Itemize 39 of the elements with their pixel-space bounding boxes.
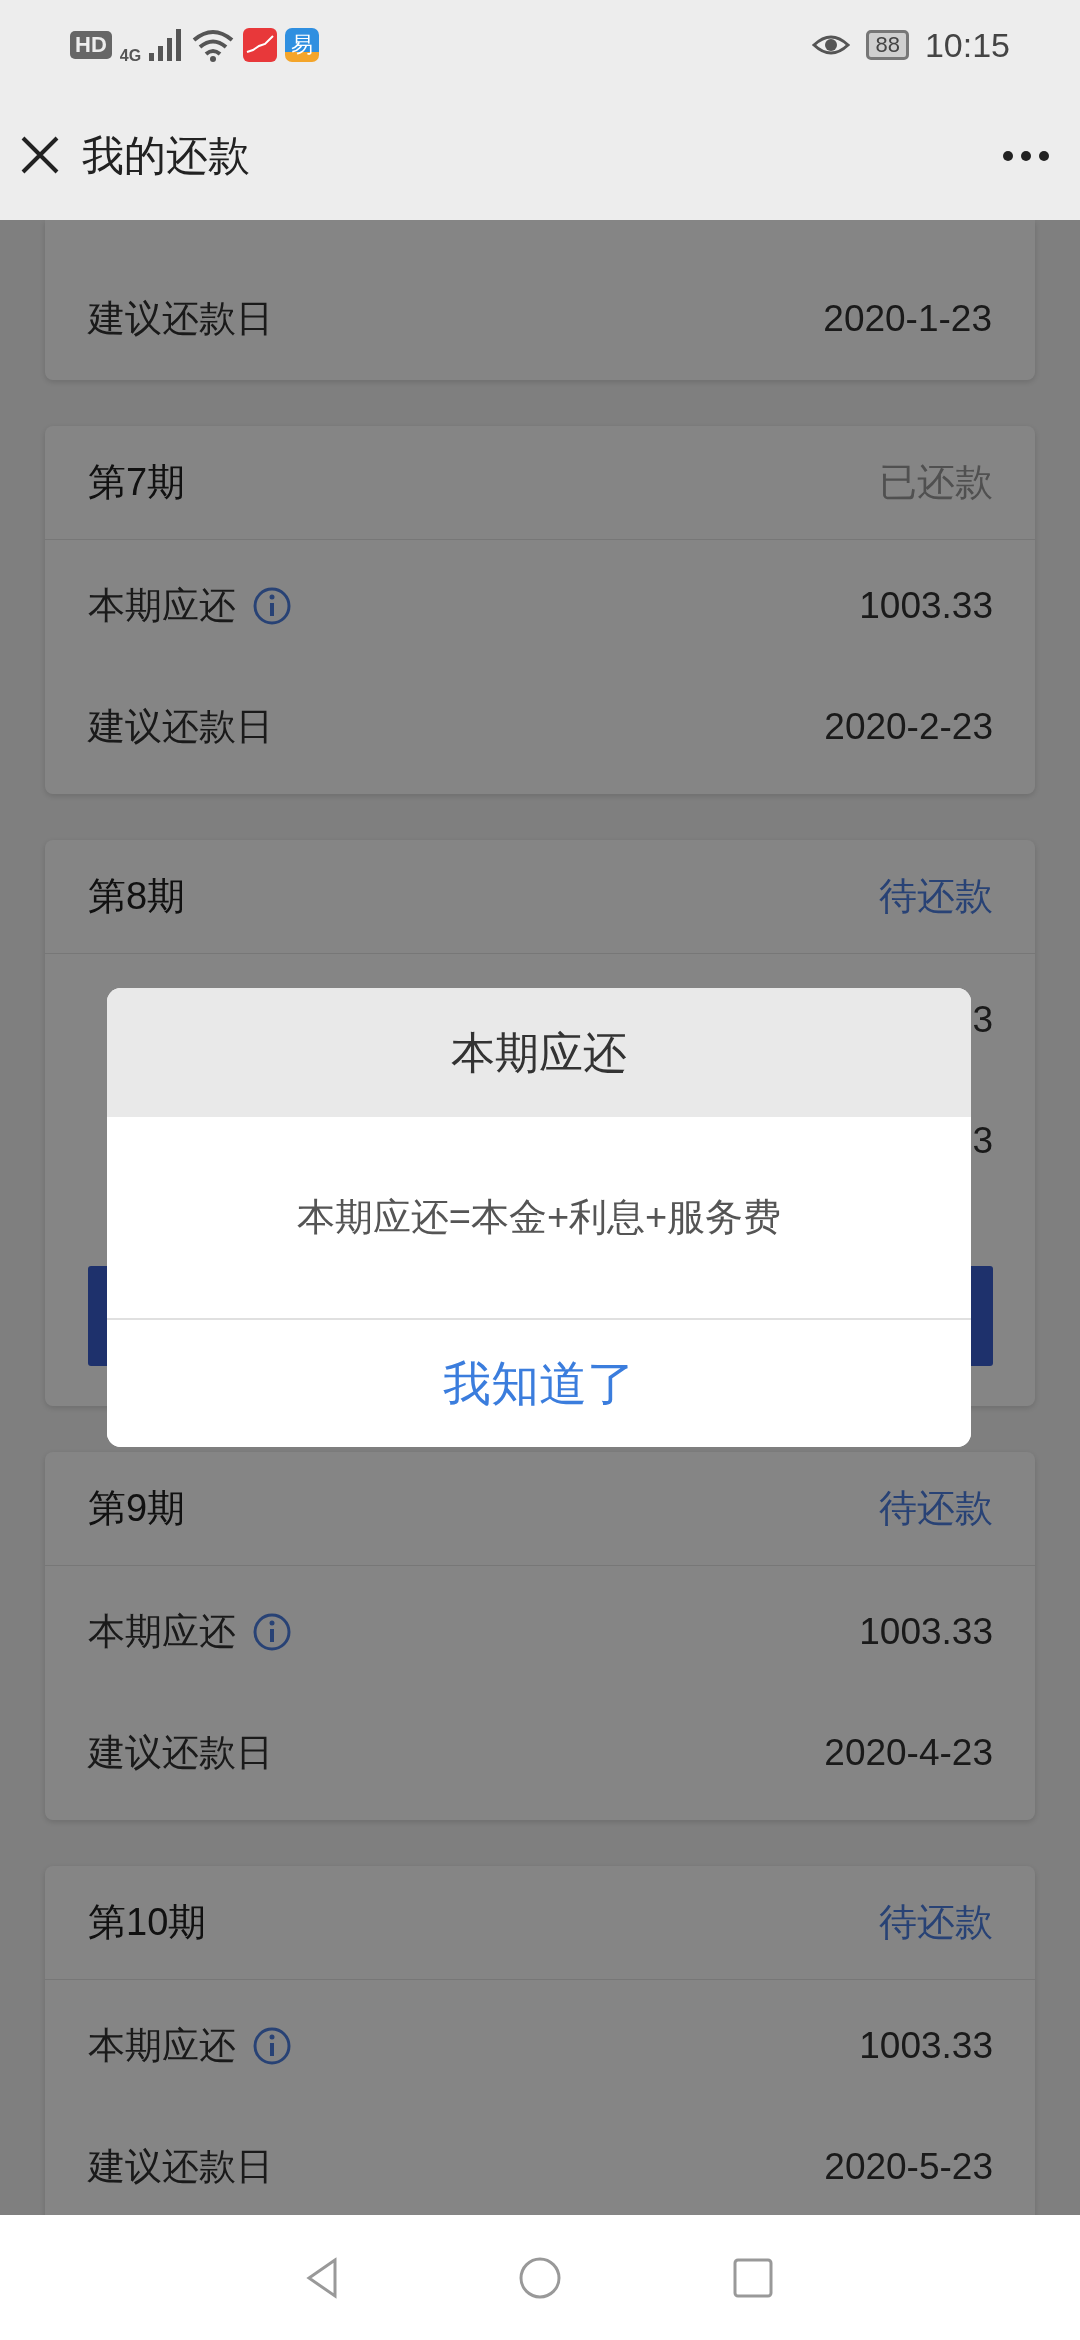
period-title: 第8期: [88, 874, 186, 919]
signal-icon: [149, 29, 184, 61]
row-label: 建议还款日: [88, 704, 273, 749]
dialog-message: 本期应还=本金+利息+服务费: [296, 1195, 782, 1240]
row-value: 1003.33: [859, 2024, 993, 2068]
wifi-icon: [191, 28, 236, 62]
battery-indicator: 88: [866, 29, 909, 61]
status-label: 待还款: [879, 874, 993, 919]
period-title: 第7期: [88, 460, 186, 505]
page-title: 我的还款: [82, 130, 250, 181]
row-label: 建议还款日: [88, 2144, 273, 2189]
row-label: 建议还款日: [88, 297, 273, 342]
row-value: 2020-5-23: [824, 2144, 993, 2189]
row-value: 3: [972, 998, 993, 1042]
row-value: 3: [972, 1118, 993, 1163]
status-label: 待还款: [879, 1900, 993, 1945]
network-label: 4G: [119, 46, 142, 66]
status-label: 待还款: [879, 1486, 993, 1531]
row-label: 本期应还: [88, 2024, 236, 2068]
home-icon: [518, 2255, 562, 2300]
row-value: 2020-4-23: [824, 1730, 993, 1775]
home-button[interactable]: [518, 2255, 562, 2300]
dialog-title: 本期应还: [451, 1026, 627, 1079]
period-title: 第10期: [88, 1900, 207, 1945]
app-icon: 易: [285, 28, 320, 62]
row-value: 2020-1-23: [823, 297, 992, 342]
status-time: 10:15: [924, 24, 1010, 66]
more-icon: [1002, 149, 1050, 162]
row-value: 2020-2-23: [824, 704, 993, 749]
close-button[interactable]: [20, 135, 60, 175]
close-icon: [20, 135, 60, 175]
stock-app-icon: [243, 28, 278, 62]
row-label: 本期应还: [88, 1610, 236, 1654]
row-label: 本期应还: [88, 584, 236, 628]
row-value: 1003.33: [859, 584, 993, 628]
row-label: 建议还款日: [88, 1730, 273, 1775]
row-value: 1003.33: [859, 1610, 993, 1654]
period-title: 第9期: [88, 1486, 186, 1531]
hd-indicator: HD: [70, 30, 112, 60]
